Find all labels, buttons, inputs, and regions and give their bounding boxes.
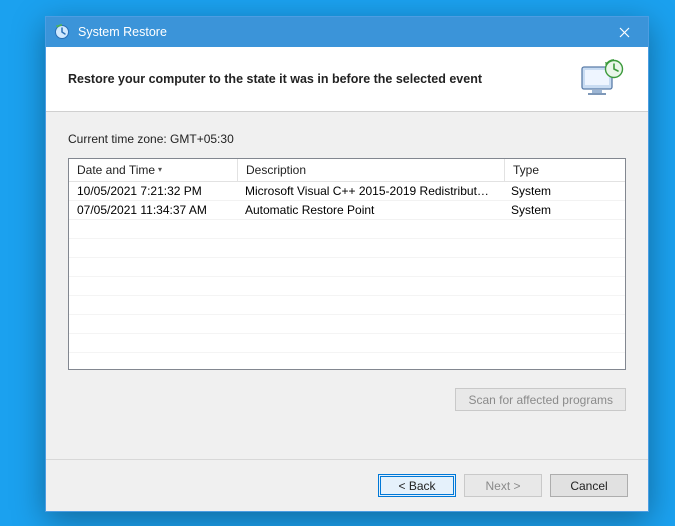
grid-header: Date and Time ▾ Description Type <box>69 159 625 182</box>
column-header-date[interactable]: Date and Time ▾ <box>69 159 238 181</box>
empty-row <box>69 334 625 353</box>
column-header-type[interactable]: Type <box>505 159 625 181</box>
titlebar: System Restore <box>46 17 648 47</box>
empty-row <box>69 353 625 370</box>
empty-row <box>69 239 625 258</box>
empty-row <box>69 258 625 277</box>
system-restore-icon <box>54 24 70 40</box>
restore-points-grid[interactable]: Date and Time ▾ Description Type 10/05/2… <box>68 158 626 370</box>
table-row[interactable]: 07/05/2021 11:34:37 AM Automatic Restore… <box>69 201 625 220</box>
cell-type: System <box>503 184 625 198</box>
cell-desc: Microsoft Visual C++ 2015-2019 Redistrib… <box>237 184 503 198</box>
empty-row <box>69 277 625 296</box>
empty-row <box>69 296 625 315</box>
sort-descending-icon: ▾ <box>158 165 162 174</box>
table-row[interactable]: 10/05/2021 7:21:32 PM Microsoft Visual C… <box>69 182 625 201</box>
empty-row <box>69 220 625 239</box>
cancel-button[interactable]: Cancel <box>550 474 628 497</box>
close-button[interactable] <box>602 17 646 47</box>
timezone-label: Current time zone: GMT+05:30 <box>68 132 626 146</box>
back-button[interactable]: < Back <box>378 474 456 497</box>
cell-date: 10/05/2021 7:21:32 PM <box>69 184 237 198</box>
next-button: Next > <box>464 474 542 497</box>
scan-affected-programs-button: Scan for affected programs <box>455 388 626 411</box>
wizard-footer: < Back Next > Cancel <box>46 459 648 511</box>
cell-date: 07/05/2021 11:34:37 AM <box>69 203 237 217</box>
window-title: System Restore <box>78 25 602 39</box>
column-header-date-label: Date and Time <box>77 163 155 177</box>
restore-monitor-icon <box>578 59 626 99</box>
column-header-description[interactable]: Description <box>238 159 505 181</box>
system-restore-window: System Restore Restore your computer to … <box>45 16 649 512</box>
column-header-description-label: Description <box>246 163 306 177</box>
cell-desc: Automatic Restore Point <box>237 203 503 217</box>
wizard-header: Restore your computer to the state it wa… <box>46 47 648 111</box>
wizard-body: Current time zone: GMT+05:30 Date and Ti… <box>46 112 648 459</box>
wizard-heading: Restore your computer to the state it wa… <box>68 72 578 86</box>
cell-type: System <box>503 203 625 217</box>
empty-row <box>69 315 625 334</box>
column-header-type-label: Type <box>513 163 539 177</box>
